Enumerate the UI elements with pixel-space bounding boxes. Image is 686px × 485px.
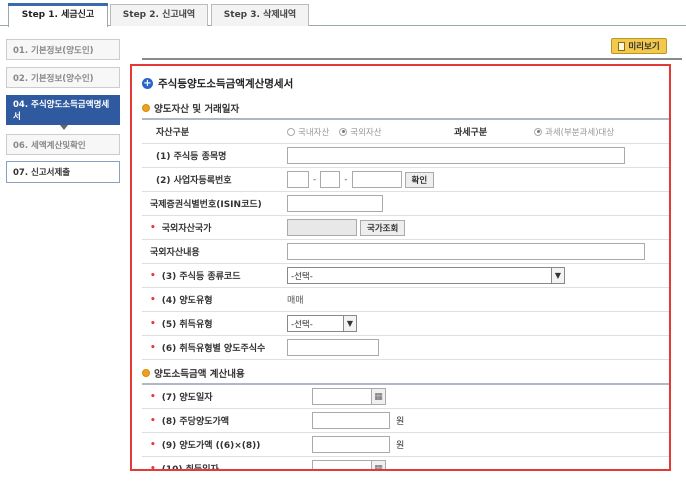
section-header-asset: 양도자산 및 거래일자 — [142, 101, 239, 115]
label-foreign-country: 국외자산국가 — [161, 224, 212, 234]
label-transfer-type: (4) 양도유형 — [161, 296, 213, 306]
biz-no-confirm-button[interactable]: 확인 — [404, 171, 435, 188]
step-item-07[interactable]: 07. 신고서제출 — [6, 161, 120, 183]
row-foreign-content: 국외자산내용 — [142, 240, 669, 264]
tab-step3[interactable]: Step 3. 삭제내역 — [211, 4, 309, 26]
row-transfer-date: • (7) 양도일자 ▦ — [142, 385, 669, 409]
header-divider — [142, 58, 682, 60]
active-tab-accent — [8, 3, 108, 6]
transfer-price-input[interactable] — [312, 436, 390, 453]
unit-won: 원 — [396, 417, 405, 427]
asset-type-radios: 국내자산 국외자산 — [287, 120, 392, 143]
row-biz-no: (2) 사업자등록번호 - - 확인 — [142, 168, 669, 192]
biz-no-part2-input[interactable] — [320, 171, 341, 188]
radio-domestic[interactable]: 국내자산 — [287, 126, 329, 138]
foreign-content-input[interactable] — [287, 243, 645, 260]
row-foreign-country: • 국외자산국가 국가조회 — [142, 216, 669, 240]
stock-name-input[interactable] — [287, 147, 625, 164]
acquire-date-input[interactable] — [312, 460, 372, 469]
document-icon — [618, 41, 626, 51]
step-item-04[interactable]: 04. 주식양도소득금액명세서 — [6, 95, 120, 125]
tab-step1[interactable]: Step 1. 세금신고 — [8, 3, 108, 27]
label-acquire-date: (10) 취득일자 — [161, 465, 219, 471]
transfer-date-input[interactable] — [312, 388, 372, 405]
asset-table: 자산구분 국내자산 국외자산 과세구분 과세(부분과세)대상 (1) 주식등 종… — [142, 118, 669, 360]
isin-input[interactable] — [287, 195, 383, 212]
transfer-type-value: 매매 — [287, 296, 304, 306]
row-asset-type: 자산구분 국내자산 국외자산 과세구분 과세(부분과세)대상 — [142, 120, 669, 144]
label-asset-type: 자산구분 — [156, 128, 190, 138]
step-item-02[interactable]: 02. 기본정보(양수인) — [6, 67, 120, 88]
label-stock-kind: (3) 주식등 종류코드 — [161, 272, 241, 282]
label-transfer-price: (9) 양도가액 ((6)×(8)) — [161, 441, 261, 451]
plus-circle-icon: + — [142, 78, 153, 89]
chevron-down-icon: ▼ — [343, 316, 356, 331]
form-title: + 주식등양도소득금액계산명세서 — [142, 78, 294, 90]
label-isin: 국제증권식별번호(ISIN코드) — [150, 200, 262, 210]
label-biz-no: (2) 사업자등록번호 — [156, 176, 232, 186]
bullet-dot-icon — [142, 369, 150, 377]
preview-button[interactable]: 미리보기 — [611, 38, 667, 54]
step-item-06[interactable]: 06. 세액계산및확인 — [6, 134, 120, 155]
row-isin: 국제증권식별번호(ISIN코드) — [142, 192, 669, 216]
calendar-icon[interactable]: ▦ — [372, 388, 386, 405]
radio-taxable[interactable]: 과세(부분과세)대상 — [534, 126, 614, 138]
label-acquire-type: (5) 취득유형 — [161, 320, 213, 330]
country-search-button[interactable]: 국가조회 — [360, 219, 406, 236]
top-tabs: Step 1. 세금신고 Step 2. 신고내역 Step 3. 삭제내역 — [0, 0, 686, 27]
label-shares: (6) 취득유형별 양도주식수 — [161, 344, 266, 354]
form-panel: + 주식등양도소득금액계산명세서 양도자산 및 거래일자 자산구분 국내자산 국… — [130, 64, 671, 471]
row-transfer-type: • (4) 양도유형 매매 — [142, 288, 669, 312]
shares-input[interactable] — [287, 339, 379, 356]
row-price-per-share: • (8) 주당양도가액 원 — [142, 409, 669, 433]
step-arrow-icon — [60, 125, 68, 130]
price-per-share-input[interactable] — [312, 412, 390, 429]
biz-no-part1-input[interactable] — [287, 171, 309, 188]
foreign-country-input[interactable] — [287, 219, 357, 236]
bullet-dot-icon — [142, 104, 150, 112]
radio-foreign[interactable]: 국외자산 — [339, 126, 382, 138]
row-acquire-type: • (5) 취득유형 -선택- ▼ — [142, 312, 669, 336]
row-transfer-price: • (9) 양도가액 ((6)×(8)) 원 — [142, 433, 669, 457]
row-shares: • (6) 취득유형별 양도주식수 — [142, 336, 669, 360]
label-stock-name: (1) 주식등 종목명 — [156, 152, 227, 162]
stock-kind-select[interactable]: -선택- ▼ — [287, 267, 565, 284]
section-header-calc: 양도소득금액 계산내용 — [142, 366, 245, 380]
label-foreign-content: 국외자산내용 — [150, 248, 200, 258]
biz-no-part3-input[interactable] — [351, 171, 402, 188]
row-acquire-date: • (10) 취득일자 ▦ — [142, 457, 669, 471]
label-price-per-share: (8) 주당양도가액 — [161, 417, 230, 427]
unit-won: 원 — [396, 441, 405, 451]
label-tax-type: 과세구분 — [454, 128, 488, 138]
calendar-icon[interactable]: ▦ — [372, 460, 386, 469]
chevron-down-icon: ▼ — [551, 268, 564, 283]
calc-table: • (7) 양도일자 ▦ • (8) 주당양도가액 원 • (9) 양도가액 ((6)… — [142, 383, 669, 471]
row-stock-kind: • (3) 주식등 종류코드 -선택- ▼ — [142, 264, 669, 288]
tab-step2[interactable]: Step 2. 신고내역 — [110, 4, 208, 26]
tax-type-radio: 과세(부분과세)대상 — [534, 120, 624, 143]
step-item-01[interactable]: 01. 기본정보(양도인) — [6, 39, 120, 60]
acquire-type-select[interactable]: -선택- ▼ — [287, 315, 357, 332]
label-transfer-date: (7) 양도일자 — [161, 393, 213, 403]
row-stock-name: (1) 주식등 종목명 — [142, 144, 669, 168]
